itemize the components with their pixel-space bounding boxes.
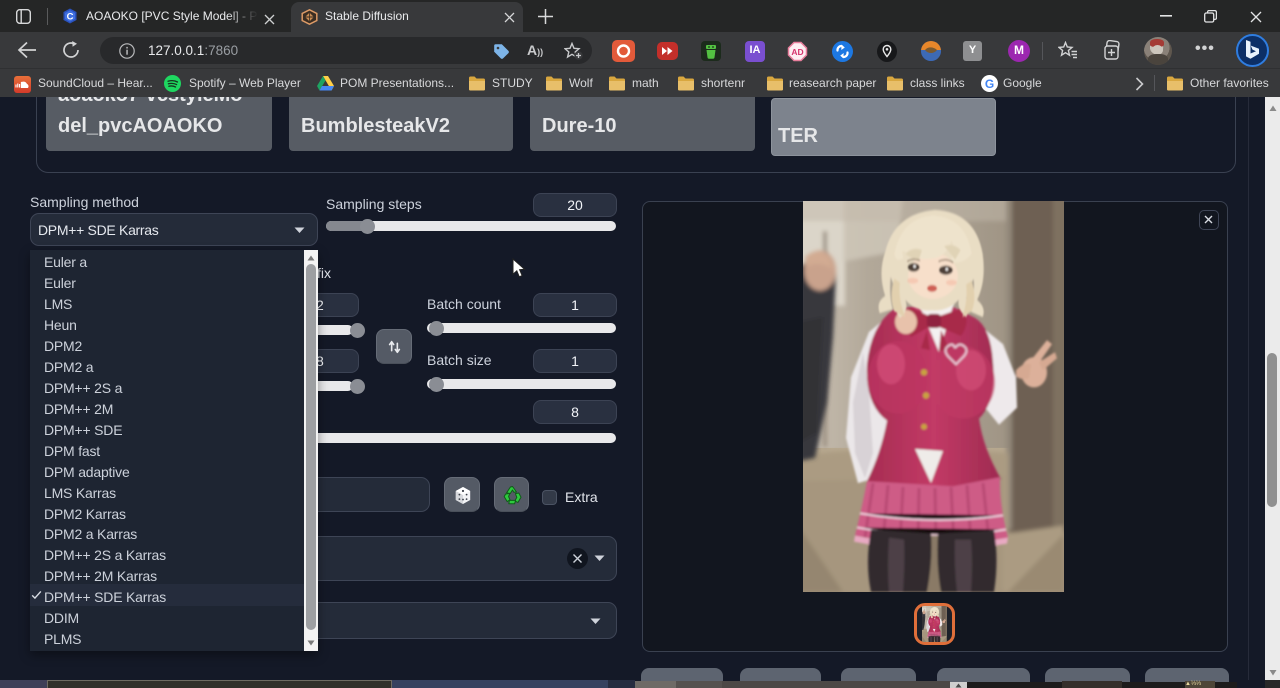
svg-text:G: G (985, 77, 994, 91)
svg-text:AD: AD (791, 47, 803, 57)
svg-text:C: C (67, 11, 74, 22)
